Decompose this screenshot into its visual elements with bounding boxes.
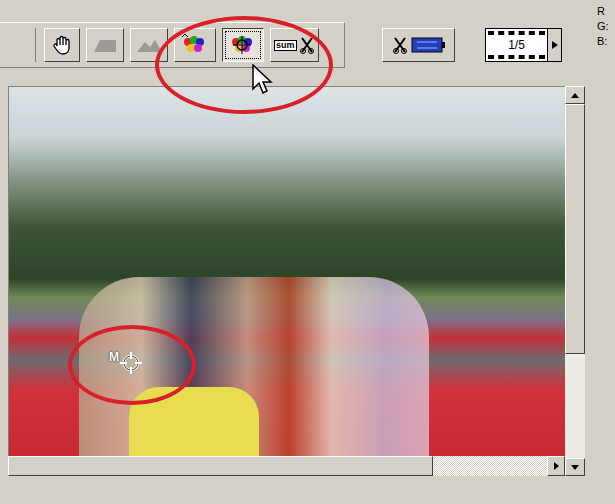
vertical-scrollbar[interactable] <box>565 86 585 476</box>
zoom-button <box>130 28 168 62</box>
auto-icon: sum <box>274 35 315 55</box>
rgb-readout: RG:B: <box>597 4 613 48</box>
right-arrow-icon <box>554 462 559 470</box>
readout-label: G: <box>597 19 613 33</box>
hand-button[interactable] <box>44 28 80 62</box>
up-arrow-icon <box>571 93 579 98</box>
scroll-thumb[interactable] <box>8 456 433 476</box>
cursor-icon <box>252 64 274 96</box>
auto-button[interactable]: sum <box>270 28 319 62</box>
film-strip: 1/5 <box>486 29 547 61</box>
frame-number: 1/5 <box>486 39 547 51</box>
group-grip <box>30 28 36 62</box>
next-arrow-icon <box>552 41 558 49</box>
preview-area: M <box>0 86 615 476</box>
film-perforation <box>488 55 545 59</box>
preview-photo[interactable]: M <box>8 86 565 456</box>
scissors-icon <box>392 35 408 55</box>
scroll-up-button[interactable] <box>565 86 585 104</box>
readout-label: R <box>597 4 613 18</box>
white-point-icon <box>180 33 210 57</box>
color-picker-button[interactable] <box>222 28 264 62</box>
horizontal-scrollbar[interactable] <box>8 456 565 476</box>
tool-icon <box>299 35 315 55</box>
highlight-ellipse <box>155 16 333 114</box>
readout-label: B: <box>597 34 613 48</box>
child-yellow <box>129 387 259 456</box>
crop-button <box>86 28 124 62</box>
down-arrow-icon <box>571 465 579 470</box>
scroll-right-button[interactable] <box>547 456 565 476</box>
crop-icon <box>90 34 120 56</box>
film-perforation <box>488 31 545 35</box>
highlight-ellipse <box>68 325 196 405</box>
preview-column: M <box>8 86 565 476</box>
scroll-down-button[interactable] <box>565 458 585 476</box>
crosshair-icon <box>119 351 143 375</box>
film-scan-icon <box>411 36 445 54</box>
hand-icon <box>51 34 73 56</box>
zoom-icon <box>134 34 164 56</box>
frame-counter[interactable]: 1/5 <box>485 28 562 62</box>
color-marker[interactable]: M <box>109 351 143 375</box>
marker-label: M <box>109 351 119 363</box>
color-picker-icon <box>228 33 258 57</box>
white-point-button[interactable] <box>174 28 216 62</box>
tool-group: sum <box>0 22 345 68</box>
scroll-track[interactable] <box>433 456 547 476</box>
next-frame-button[interactable] <box>547 29 561 61</box>
scroll-track[interactable] <box>565 354 585 458</box>
scan-button[interactable] <box>382 28 455 62</box>
toolbar-area: sum 1/5 RG:B: <box>0 0 615 86</box>
auto-label: sum <box>274 40 297 51</box>
scroll-thumb[interactable] <box>565 104 585 354</box>
